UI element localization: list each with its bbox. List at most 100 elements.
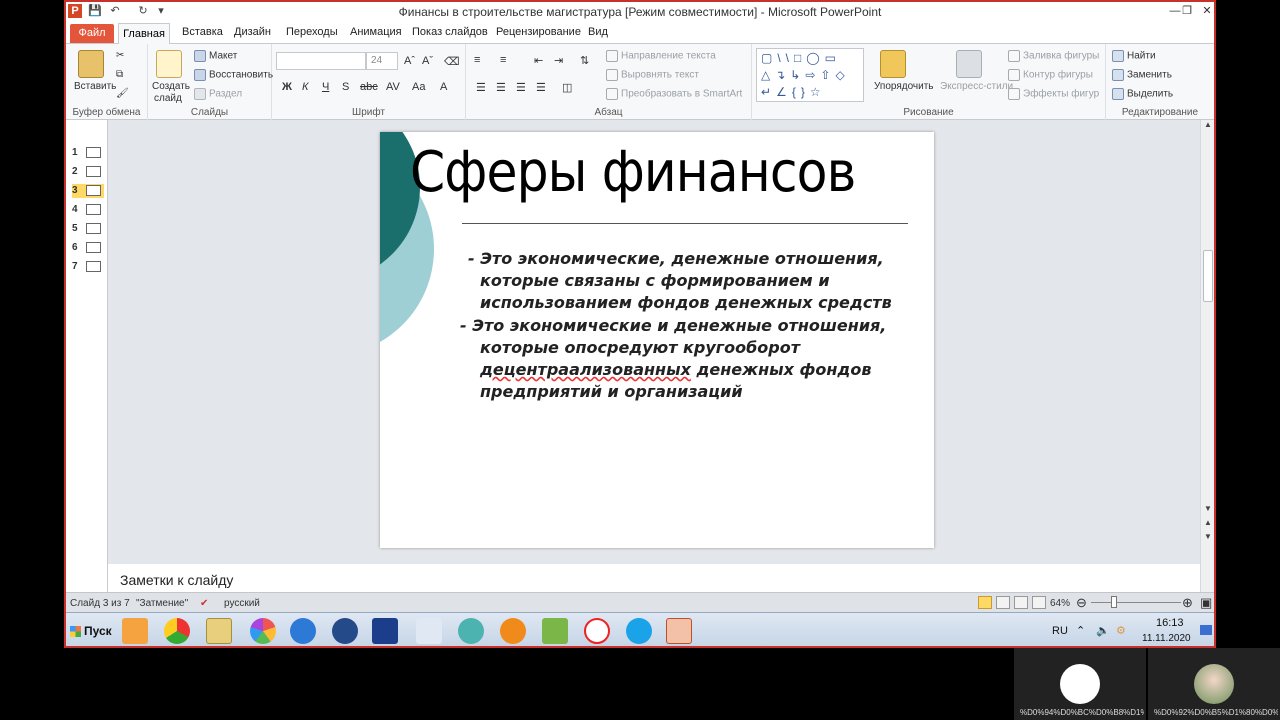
cut-icon[interactable]: ✂ <box>116 50 124 61</box>
italic-icon[interactable]: К <box>302 81 308 93</box>
zoom-in-icon[interactable]: ⊕ <box>1182 595 1193 611</box>
language-switch[interactable]: RU <box>1052 625 1068 637</box>
font-name-input[interactable] <box>276 52 366 70</box>
vertical-scrollbar[interactable]: ▲ ▼ ▲ ▼ <box>1200 120 1214 558</box>
align-left-icon[interactable]: ☰ <box>476 81 486 94</box>
quick-styles-icon[interactable] <box>956 50 982 78</box>
shape-fill-button[interactable]: Заливка фигуры <box>1008 50 1099 62</box>
bullet-2-line-4[interactable]: предприятий и организаций <box>480 381 920 403</box>
font-color-icon[interactable]: A <box>440 81 447 93</box>
increase-indent-icon[interactable]: ⇥ <box>554 54 563 67</box>
shapes-gallery[interactable]: ▢\\□◯▭ △↴↳⇨⇧◇ ↵∠{}☆ <box>756 48 864 102</box>
clock-time[interactable]: 16:13 <box>1156 617 1184 629</box>
bird-app-icon[interactable] <box>416 618 442 644</box>
paste-button[interactable]: Вставить <box>74 81 116 92</box>
tab-review[interactable]: Рецензирование <box>496 26 581 38</box>
thumbnail-6[interactable]: 6 <box>72 241 104 255</box>
spellcheck-icon[interactable]: ✔ <box>200 598 208 609</box>
replace-button[interactable]: Заменить <box>1112 69 1172 81</box>
tray-expand-icon[interactable]: ⌃ <box>1076 624 1085 637</box>
paste-icon[interactable] <box>78 50 104 78</box>
powerpoint-taskbar-icon[interactable] <box>666 618 692 644</box>
scroll-down-icon[interactable]: ▼ <box>1203 504 1213 513</box>
shadow-icon[interactable]: S <box>342 81 349 93</box>
bullets-icon[interactable]: ≡ <box>474 54 480 66</box>
thumbnail-7[interactable]: 7 <box>72 260 104 274</box>
tab-home[interactable]: Главная <box>118 23 170 45</box>
clear-format-icon[interactable]: ⌫ <box>444 55 460 68</box>
arrange-button[interactable]: Упорядочить <box>874 81 934 92</box>
clock-date[interactable]: 11.11.2020 <box>1142 633 1191 644</box>
video-participant-1[interactable]: %D0%94%D0%BC%D0%B8%D1%8... <box>1014 648 1146 720</box>
bullet-1-line-1[interactable]: - Это экономические, денежные отношения, <box>468 248 908 270</box>
bullet-2-line-2[interactable]: которые опосредуют кругооборот <box>480 337 920 359</box>
tab-view[interactable]: Вид <box>588 26 608 38</box>
network-icon[interactable]: ⚙ <box>1116 624 1126 637</box>
columns-icon[interactable]: ◫ <box>562 81 572 94</box>
reading-view-icon[interactable] <box>1014 596 1028 609</box>
layout-button[interactable]: Макет <box>194 50 237 62</box>
normal-view-icon[interactable] <box>978 596 992 609</box>
spacing-icon[interactable]: AV <box>386 81 400 93</box>
underline-icon[interactable]: Ч <box>322 81 329 93</box>
tab-insert[interactable]: Вставка <box>182 26 223 38</box>
reset-button[interactable]: Восстановить <box>194 69 273 81</box>
select-button[interactable]: Выделить <box>1112 88 1173 100</box>
shape-effects-button[interactable]: Эффекты фигур <box>1008 88 1099 100</box>
skype-icon[interactable] <box>626 618 652 644</box>
bullet-1-line-3[interactable]: использованием фондов денежных средств <box>480 292 920 314</box>
chrome-icon[interactable] <box>164 618 190 644</box>
bold-icon[interactable]: Ж <box>282 81 292 93</box>
new-slide-icon[interactable] <box>156 50 182 78</box>
tab-slideshow[interactable]: Показ слайдов <box>412 26 488 38</box>
line-spacing-icon[interactable]: ⇅ <box>580 54 589 67</box>
quick-styles-button[interactable]: Экспресс-стили <box>940 81 1013 92</box>
fit-slide-icon[interactable]: ▣ <box>1200 595 1212 611</box>
grow-font-icon[interactable]: Aˆ <box>404 55 415 67</box>
thumbnail-1[interactable]: 1 <box>72 146 104 160</box>
yandex-browser-icon[interactable] <box>584 618 610 644</box>
close-button[interactable]: ✕ <box>1198 3 1214 19</box>
bullet-2-line-1[interactable]: - Это экономические и денежные отношения… <box>460 315 900 337</box>
arrange-icon[interactable] <box>880 50 906 78</box>
pm-app-icon[interactable] <box>372 618 398 644</box>
numbering-icon[interactable]: ≡ <box>500 54 506 66</box>
tab-animation[interactable]: Анимация <box>350 26 402 38</box>
media-player-icon[interactable] <box>122 618 148 644</box>
slide-title[interactable]: Сферы финансов <box>410 140 856 205</box>
new-slide-button[interactable]: Создать <box>152 81 190 92</box>
thumbnail-2[interactable]: 2 <box>72 165 104 179</box>
theme-name[interactable]: "Затмение" <box>136 598 188 609</box>
zoom-slider[interactable] <box>1091 602 1181 603</box>
slide-sorter-icon[interactable] <box>996 596 1010 609</box>
justify-icon[interactable]: ☰ <box>536 81 546 94</box>
align-center-icon[interactable]: ☰ <box>496 81 506 94</box>
tab-design[interactable]: Дизайн <box>234 26 271 38</box>
teamspeak-icon[interactable] <box>332 618 358 644</box>
notes-scrollbar[interactable] <box>1200 558 1214 592</box>
slide[interactable]: Сферы финансов - Это экономические, дене… <box>380 132 934 548</box>
scroll-up-icon[interactable]: ▲ <box>1203 120 1213 129</box>
smartart-button[interactable]: Преобразовать в SmartArt <box>606 88 742 100</box>
scroll-thumb[interactable] <box>1203 250 1213 302</box>
shrink-font-icon[interactable]: Aˇ <box>422 55 433 67</box>
font-size-input[interactable]: 24 <box>366 52 398 70</box>
zoom-slider-knob[interactable] <box>1111 596 1117 608</box>
editor-app-icon[interactable] <box>542 618 568 644</box>
tab-transitions[interactable]: Переходы <box>286 26 338 38</box>
thumbnail-3[interactable]: 3 <box>72 184 104 198</box>
parrot-app-icon[interactable] <box>500 618 526 644</box>
shape-outline-button[interactable]: Контур фигуры <box>1008 69 1093 81</box>
misspelled-word[interactable]: децентраализованных <box>480 360 691 379</box>
notes-pane[interactable]: Заметки к слайду <box>108 558 1200 592</box>
find-button[interactable]: Найти <box>1112 50 1156 62</box>
zoom-level[interactable]: 64% <box>1050 598 1070 609</box>
section-button[interactable]: Раздел <box>194 88 242 100</box>
thumbnail-4[interactable]: 4 <box>72 203 104 217</box>
ts-app-icon[interactable] <box>458 618 484 644</box>
new-slide-button-line2[interactable]: слайд <box>154 93 182 104</box>
case-icon[interactable]: Aa <box>412 81 425 93</box>
copy-icon[interactable]: ⧉ <box>116 69 123 80</box>
volume-icon[interactable]: 🔈 <box>1096 624 1110 637</box>
bullet-1-line-2[interactable]: которые связаны с формированием и <box>480 270 920 292</box>
